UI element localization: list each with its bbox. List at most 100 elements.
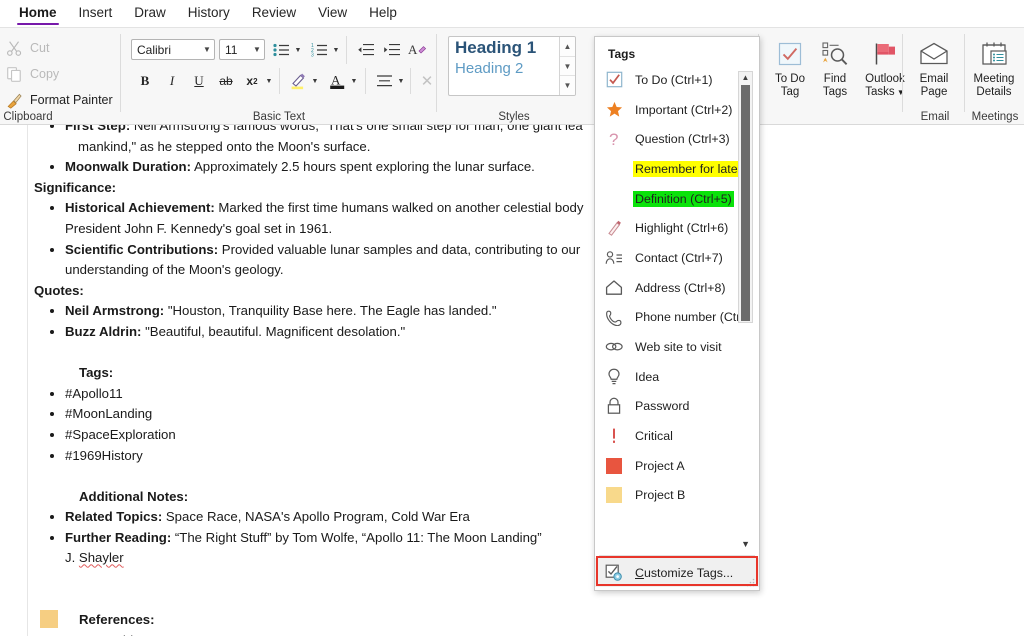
styles-scroll-up-icon[interactable]: ▲ bbox=[560, 37, 575, 56]
tag-item-phone-number[interactable]: Phone number (Ctr bbox=[595, 303, 740, 333]
tab-home[interactable]: Home bbox=[8, 1, 68, 26]
subscript-dropdown[interactable]: ▼ bbox=[263, 70, 275, 92]
highlight-color-dropdown[interactable]: ▼ bbox=[309, 70, 321, 92]
email-page-button[interactable]: Email Page bbox=[906, 32, 962, 106]
meeting-details-label: Meeting Details bbox=[974, 73, 1015, 100]
list-item[interactable]: NASA Archives bbox=[65, 631, 634, 636]
list-item[interactable]: #MoonLanding bbox=[65, 404, 634, 425]
cut-button[interactable]: Cut bbox=[6, 38, 49, 58]
note-canvas[interactable]: First Step: Neil Armstrong's famous word… bbox=[0, 125, 1024, 636]
list-item[interactable]: Historical Achievement: Marked the first… bbox=[65, 198, 634, 239]
resize-grip-icon[interactable] bbox=[746, 578, 755, 587]
align-dropdown[interactable]: ▼ bbox=[395, 70, 407, 92]
font-color-icon: A bbox=[329, 73, 344, 89]
customize-tags-menu-item[interactable]: Customize Tags... bbox=[595, 558, 759, 587]
strikethrough-button[interactable]: ab bbox=[215, 70, 237, 92]
scroll-down-icon[interactable]: ▼ bbox=[741, 539, 750, 549]
tab-history[interactable]: History bbox=[177, 1, 241, 26]
chevron-down-icon[interactable]: ▼ bbox=[895, 88, 905, 97]
italic-button[interactable]: I bbox=[161, 70, 183, 92]
moonwalk-rest: Approximately 2.5 hours spent exploring … bbox=[191, 159, 535, 175]
first-step-list: First Step: Neil Armstrong's famous word… bbox=[34, 125, 634, 137]
tag-item-definition[interactable]: Definition (Ctrl+5) bbox=[595, 184, 738, 214]
tag-item-remember-for-later[interactable]: Remember for later bbox=[595, 154, 744, 184]
historical-wrap: President John F. Kennedy's goal set in … bbox=[65, 220, 333, 236]
tag-item-question[interactable]: ? Question (Ctrl+3) bbox=[595, 124, 738, 154]
numbered-list-dropdown[interactable]: ▼ bbox=[330, 39, 342, 61]
note-container-handle[interactable] bbox=[40, 610, 58, 628]
highlighter-pen-icon bbox=[601, 219, 627, 237]
tag-item-idea[interactable]: Idea bbox=[595, 362, 738, 392]
tag-item-to-do[interactable]: To Do (Ctrl+1) bbox=[595, 65, 738, 95]
tag-item-web-site[interactable]: Web site to visit bbox=[595, 332, 738, 362]
tag-item-highlight[interactable]: Highlight (Ctrl+6) bbox=[595, 213, 738, 243]
hashtag-list: #Apollo11 #MoonLanding #SpaceExploration… bbox=[34, 384, 634, 466]
list-item[interactable]: #1969History bbox=[65, 446, 634, 467]
styles-more-icon[interactable]: ▼ bbox=[560, 75, 575, 95]
tag-label: Web site to visit bbox=[635, 340, 722, 355]
cut-label: Cut bbox=[30, 41, 50, 55]
tab-insert[interactable]: Insert bbox=[68, 1, 124, 26]
font-color-button[interactable]: A bbox=[326, 70, 348, 92]
align-button[interactable] bbox=[373, 70, 395, 92]
text-highlight-button[interactable] bbox=[287, 70, 309, 92]
format-painter-button[interactable]: Format Painter bbox=[6, 90, 113, 110]
styles-scroll-down-icon[interactable]: ▼ bbox=[560, 55, 575, 76]
styles-scrollbar[interactable]: ▲ ▼ ▼ bbox=[559, 37, 575, 95]
style-heading-1[interactable]: Heading 1 bbox=[449, 37, 575, 59]
tags-dropdown-menu[interactable]: Tags To Do (Ctrl+1) Important (Ctrl+2) ?… bbox=[594, 36, 760, 591]
tab-draw[interactable]: Draw bbox=[123, 1, 177, 26]
remove-tag-menu-item[interactable]: Remove Tag bbox=[595, 588, 759, 590]
bullet-list-button[interactable] bbox=[270, 39, 292, 61]
tag-item-password[interactable]: Password bbox=[595, 392, 738, 422]
list-item[interactable]: #Apollo11 bbox=[65, 384, 634, 405]
list-item[interactable]: Further Reading: “The Right Stuff” by To… bbox=[65, 528, 634, 569]
misspelled-word: Shayler bbox=[78, 550, 124, 566]
note-content[interactable]: First Step: Neil Armstrong's famous word… bbox=[34, 125, 634, 636]
tag-item-contact[interactable]: Contact (Ctrl+7) bbox=[595, 243, 738, 273]
first-step-lead: First Step: bbox=[65, 125, 131, 133]
tag-item-important[interactable]: Important (Ctrl+2) bbox=[595, 95, 738, 125]
font-color-dropdown[interactable]: ▼ bbox=[348, 70, 360, 92]
decrease-indent-button[interactable] bbox=[354, 39, 376, 61]
tags-list-scrollbar[interactable]: ▲ bbox=[738, 71, 753, 323]
tag-item-address[interactable]: Address (Ctrl+8) bbox=[595, 273, 738, 303]
tab-view-label: View bbox=[318, 5, 348, 20]
style-heading-2[interactable]: Heading 2 bbox=[449, 59, 575, 78]
subscript-button[interactable]: x2 bbox=[241, 70, 263, 92]
font-size-combo[interactable]: 11 ▼ bbox=[219, 39, 265, 60]
list-item[interactable]: Buzz Aldrin: "Beautiful, beautiful. Magn… bbox=[65, 322, 634, 343]
scrollbar-thumb[interactable] bbox=[741, 85, 750, 321]
bullet-list-dropdown[interactable]: ▼ bbox=[292, 39, 304, 61]
list-item[interactable]: First Step: Neil Armstrong's famous word… bbox=[65, 125, 634, 137]
list-item[interactable]: Related Topics: Space Race, NASA's Apoll… bbox=[65, 507, 634, 528]
tab-help[interactable]: Help bbox=[358, 1, 408, 26]
tag-item-critical[interactable]: Critical bbox=[595, 421, 738, 451]
styles-gallery[interactable]: Heading 1 Heading 2 ▲ ▼ ▼ bbox=[448, 36, 576, 96]
numbered-list-button[interactable]: 123 bbox=[308, 39, 330, 61]
increase-indent-button[interactable] bbox=[380, 39, 402, 61]
divider-basic-4 bbox=[410, 68, 411, 94]
list-item[interactable]: Scientific Contributions: Provided valua… bbox=[65, 240, 634, 281]
list-item[interactable]: Moonwalk Duration: Approximately 2.5 hou… bbox=[65, 157, 634, 178]
tag-item-project-a[interactable]: Project A bbox=[595, 451, 738, 481]
scroll-up-icon[interactable]: ▲ bbox=[742, 72, 750, 84]
tags-menu-list: To Do (Ctrl+1) Important (Ctrl+2) ? Ques… bbox=[595, 65, 744, 511]
list-item[interactable]: #SpaceExploration bbox=[65, 425, 634, 446]
tab-view[interactable]: View bbox=[307, 1, 358, 26]
list-item[interactable]: Neil Armstrong: "Houston, Tranquility Ba… bbox=[65, 301, 634, 322]
clear-all-formatting-button[interactable]: ✕ bbox=[416, 70, 438, 92]
page-margin-rule bbox=[27, 125, 28, 636]
heading-tags: Tags: bbox=[79, 365, 114, 381]
font-name-combo[interactable]: Calibri ▼ bbox=[131, 39, 215, 60]
underline-button[interactable]: U bbox=[188, 70, 210, 92]
bold-button[interactable]: B bbox=[134, 70, 156, 92]
scissors-icon bbox=[7, 40, 22, 56]
clear-formatting-button[interactable]: A bbox=[406, 39, 428, 61]
meeting-details-button[interactable]: Meeting Details bbox=[966, 32, 1022, 106]
tag-item-project-b[interactable]: Project B bbox=[595, 481, 738, 511]
copy-button[interactable]: Copy bbox=[6, 64, 59, 84]
tab-review[interactable]: Review bbox=[241, 1, 307, 26]
moonwalk-list: Moonwalk Duration: Approximately 2.5 hou… bbox=[34, 157, 634, 178]
